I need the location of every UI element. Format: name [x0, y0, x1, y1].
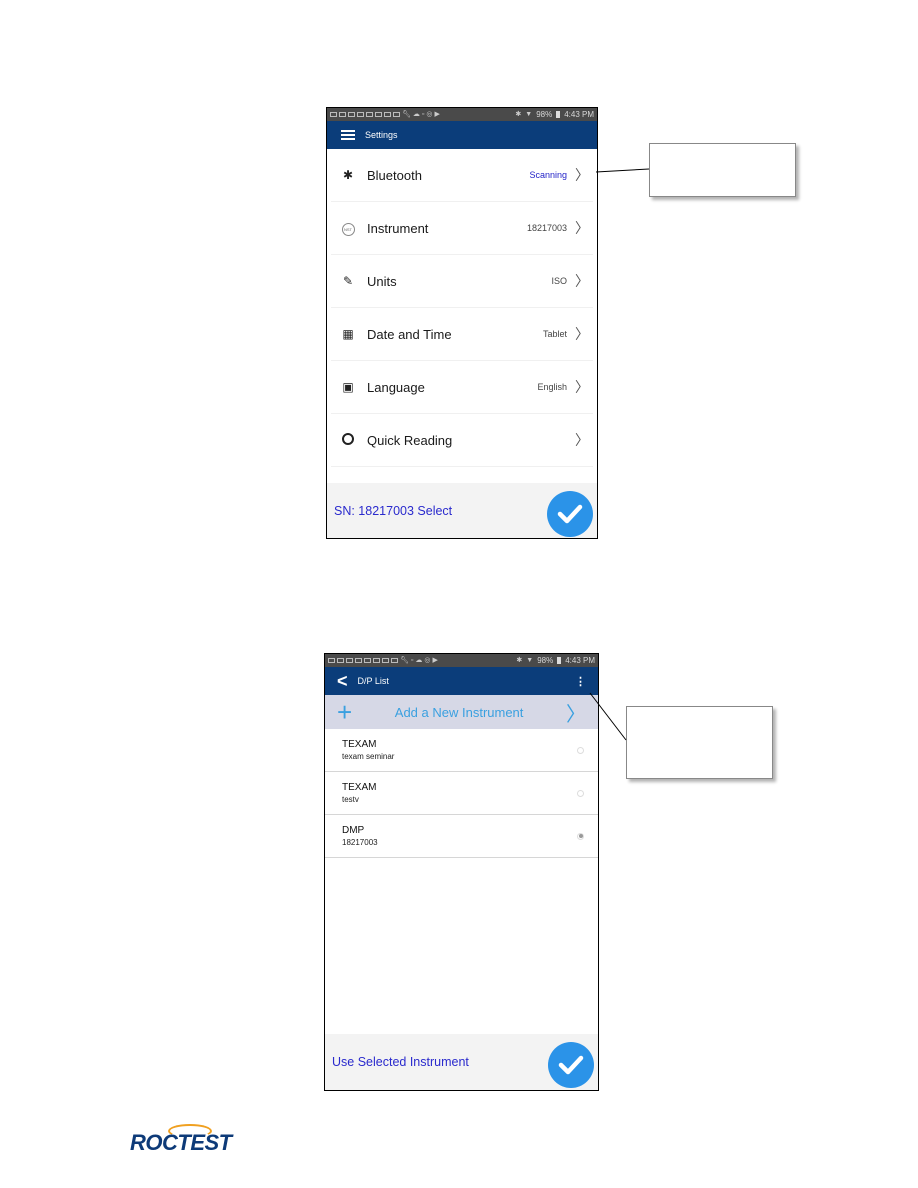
instrument-name: TEXAM	[342, 782, 377, 793]
instrument-radio[interactable]	[577, 789, 584, 797]
chevron-right-icon: 〉	[575, 380, 589, 396]
settings-item-units[interactable]: ✎ Units ISO 〉	[331, 255, 593, 308]
checkmark-icon	[557, 504, 583, 523]
add-instrument-label: Add a New Instrument	[394, 704, 524, 720]
confirm-button[interactable]	[548, 1042, 594, 1088]
settings-item-bluetooth[interactable]: ✱ Bluetooth Scanning 〉	[331, 149, 593, 202]
battery-percent: 98%	[537, 656, 554, 665]
translate-icon: ▣	[342, 380, 354, 394]
settings-item-instrument[interactable]: NST Instrument 18217003 〉	[331, 202, 593, 255]
roctest-logo: ROCTEST	[130, 1124, 232, 1156]
settings-item-label: Quick Reading	[367, 432, 453, 448]
bottom-action-bar: SN: 18217003 Select	[327, 483, 597, 538]
settings-item-quick-reading[interactable]: Quick Reading 〉	[331, 414, 593, 467]
instrument-name: TEXAM	[342, 739, 377, 750]
instrument-list-item[interactable]: TEXAM texam seminar	[325, 729, 598, 772]
chevron-right-icon: 〉	[566, 701, 586, 726]
chevron-right-icon: 〉	[575, 433, 589, 449]
wifi-icon: ▼	[526, 657, 534, 664]
status-bar: 🔧︎ ☁︎ ▫ ◎ ▶ ✱ ▼ 98% 4:43 PM	[327, 108, 597, 121]
hamburger-menu-icon[interactable]	[341, 130, 355, 140]
bluetooth-icon: ✱	[342, 168, 354, 182]
units-value: ISO	[551, 276, 567, 286]
wifi-icon: ▼	[525, 111, 533, 118]
settings-item-label: Bluetooth	[367, 167, 422, 183]
page-title: D/P List	[357, 676, 389, 686]
callout-box-overflow-menu	[626, 706, 773, 779]
settings-item-label: Language	[367, 379, 425, 395]
instrument-list-item[interactable]: DMP 18217003	[325, 815, 598, 858]
dp-list-screen: 🔧︎ ▫ ☁︎ ◎ ▶ ✱ ▼ 98% 4:43 PM < D/P List ⋮ + A…	[324, 653, 599, 1091]
instrument-subtitle: texam seminar	[342, 752, 395, 761]
add-instrument-button[interactable]: + Add a New Instrument 〉	[325, 695, 598, 729]
clock: 4:43 PM	[565, 656, 595, 665]
use-selected-instrument-link[interactable]: Use Selected Instrument	[325, 1055, 548, 1069]
overflow-menu-icon[interactable]: ⋮	[575, 675, 586, 688]
instrument-radio-selected[interactable]	[577, 832, 584, 840]
chevron-right-icon: 〉	[575, 221, 589, 237]
settings-item-label: Instrument	[367, 220, 429, 236]
instrument-serial: 18217003	[526, 223, 567, 233]
language-value: English	[537, 382, 567, 392]
instrument-name: DMP	[342, 825, 365, 836]
back-arrow-icon[interactable]: <	[337, 672, 348, 690]
leader-line-bluetooth	[595, 168, 650, 173]
battery-percent: 98%	[536, 110, 553, 119]
settings-item-label: Date and Time	[367, 326, 452, 342]
calendar-icon: ▦	[342, 327, 354, 341]
confirm-button[interactable]	[547, 490, 593, 537]
chevron-right-icon: 〉	[575, 274, 589, 290]
battery-icon	[556, 111, 561, 118]
checkmark-icon	[558, 1055, 584, 1075]
chevron-right-icon: 〉	[575, 327, 589, 343]
date-time-value: Tablet	[542, 329, 567, 339]
plus-icon: +	[337, 697, 353, 727]
settings-item-label: Units	[367, 273, 397, 289]
app-bar: < D/P List ⋮	[325, 667, 598, 695]
select-instrument-link[interactable]: SN: 18217003 Select	[327, 504, 547, 518]
chevron-right-icon: 〉	[575, 168, 589, 184]
instrument-list-item[interactable]: TEXAM testv	[325, 772, 598, 815]
notification-icons: 🔧︎ ☁︎ ▫ ◎ ▶	[330, 111, 440, 118]
clock: 4:43 PM	[564, 110, 594, 119]
instrument-subtitle: testv	[342, 795, 359, 804]
instrument-radio[interactable]	[577, 746, 584, 754]
bluetooth-status-icon: ✱	[515, 111, 522, 118]
callout-box-bluetooth	[649, 143, 796, 197]
settings-item-language[interactable]: ▣ Language English 〉	[331, 361, 593, 414]
logo-text: ROCTEST	[130, 1130, 232, 1155]
status-bar: 🔧︎ ▫ ☁︎ ◎ ▶ ✱ ▼ 98% 4:43 PM	[325, 654, 598, 667]
instrument-icon: NST	[339, 220, 357, 236]
bottom-action-bar: Use Selected Instrument	[325, 1034, 598, 1090]
app-bar: Settings	[327, 121, 597, 149]
gauge-icon	[339, 432, 357, 448]
settings-item-date-time[interactable]: ▦ Date and Time Tablet 〉	[331, 308, 593, 361]
page-title: Settings	[365, 130, 398, 140]
bluetooth-status: Scanning	[529, 170, 567, 180]
instrument-subtitle: 18217003	[342, 838, 378, 847]
notification-icons: 🔧︎ ▫ ☁︎ ◎ ▶	[328, 657, 438, 664]
battery-icon	[557, 657, 562, 664]
settings-screen: 🔧︎ ☁︎ ▫ ◎ ▶ ✱ ▼ 98% 4:43 PM Settings ✱ Bluet…	[326, 107, 598, 539]
bluetooth-status-icon: ✱	[516, 657, 523, 664]
ruler-icon: ✎	[342, 274, 354, 288]
